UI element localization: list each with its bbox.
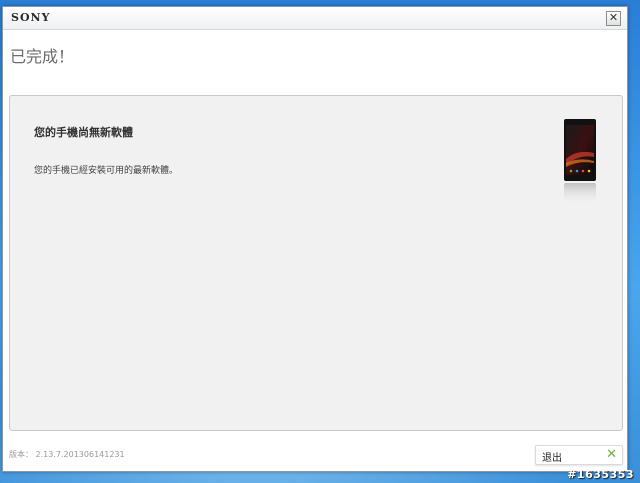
message-body: 您的手機已經安裝可用的最新軟體。 <box>34 166 179 176</box>
content-panel: 您的手機尚無新軟體 您的手機已經安裝可用的最新軟體。 <box>9 95 623 431</box>
close-icon: ✕ <box>606 447 617 462</box>
page-title: 已完成！ <box>10 47 75 66</box>
window-close-button[interactable]: ✕ <box>606 11 621 26</box>
close-icon: ✕ <box>608 11 619 24</box>
version-label: 版本： 2.13.7.201306141231 <box>9 450 125 459</box>
app-window: SONY ✕ 已完成！ 您的手機尚無新軟體 您的手機已經安裝可用的最新軟體。 版… <box>2 6 628 472</box>
watermark: #1635353 <box>567 468 634 481</box>
message-title: 您的手機尚無新軟體 <box>34 126 133 139</box>
exit-button-label: 退出 <box>542 453 562 464</box>
brand-logo: SONY <box>11 11 51 24</box>
exit-button[interactable]: 退出 ✕ <box>535 445 623 465</box>
phone-image <box>564 119 596 205</box>
title-bar: SONY ✕ <box>3 7 627 30</box>
